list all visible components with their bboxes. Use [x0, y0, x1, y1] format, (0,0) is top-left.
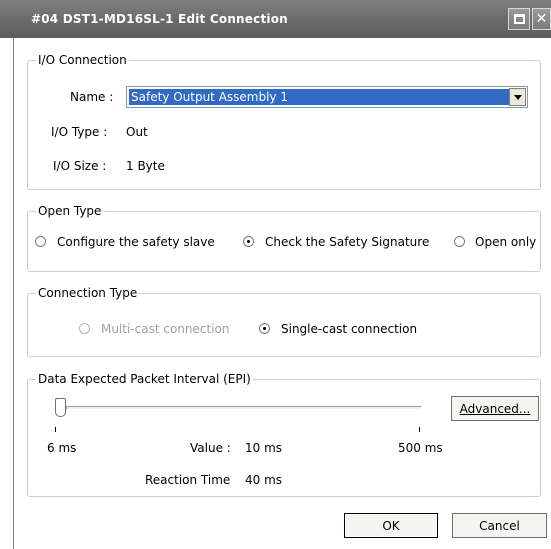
epi-value-text: 10 ms: [245, 441, 283, 455]
close-icon[interactable]: ✕: [532, 8, 551, 30]
epi-slider-track[interactable]: [66, 406, 422, 410]
ok-button[interactable]: OK: [344, 513, 438, 538]
slider-tick-min: [55, 427, 56, 432]
open-type-check-signature-label[interactable]: Check the Safety Signature: [265, 234, 429, 250]
edit-connection-dialog: #04 DST1-MD16SL-1 Edit Connection ✕ I/O …: [0, 0, 551, 549]
io-type-label: I/O Type :: [51, 125, 108, 139]
epi-legend: Data Expected Packet Interval (EPI): [36, 371, 253, 387]
window-title: #04 DST1-MD16SL-1 Edit Connection: [31, 12, 288, 26]
slider-tick-max: [419, 427, 420, 432]
multicast-label[interactable]: Multi-cast connection: [101, 321, 230, 337]
connection-name-select[interactable]: Safety Output Assembly 1: [126, 86, 528, 108]
chevron-down-icon[interactable]: [509, 88, 526, 106]
open-type-legend: Open Type: [36, 203, 104, 219]
connection-type-legend: Connection Type: [36, 285, 140, 301]
open-type-open-only-radio[interactable]: [454, 236, 465, 247]
epi-value-label: Value :: [190, 441, 231, 455]
multicast-radio[interactable]: [79, 323, 90, 334]
epi-slider-thumb[interactable]: [55, 398, 67, 417]
cancel-button-label: Cancel: [479, 518, 520, 533]
ok-button-label: OK: [382, 518, 400, 533]
maximize-icon[interactable]: [508, 8, 530, 30]
io-type-value: Out: [126, 125, 148, 139]
open-type-configure-label[interactable]: Configure the safety slave: [57, 234, 215, 250]
open-type-open-only-label[interactable]: Open only: [475, 234, 536, 250]
reaction-time-value: 40 ms: [245, 473, 283, 487]
singlecast-label[interactable]: Single-cast connection: [281, 321, 417, 337]
name-label: Name :: [70, 90, 114, 104]
open-type-check-signature-radio[interactable]: [243, 236, 254, 247]
reaction-time-label: Reaction Time: [145, 473, 231, 487]
advanced-button-label: Advanced...: [459, 401, 531, 416]
epi-min-label: 6 ms: [47, 441, 77, 455]
title-bar[interactable]: #04 DST1-MD16SL-1 Edit Connection ✕: [0, 0, 551, 39]
singlecast-radio[interactable]: [259, 323, 270, 334]
cancel-button[interactable]: Cancel: [452, 513, 547, 538]
io-size-label: I/O Size :: [53, 159, 107, 173]
epi-max-label: 500 ms: [398, 441, 443, 455]
window-left-edge: [0, 38, 14, 549]
io-size-value: 1 Byte: [126, 159, 165, 173]
connection-name-value: Safety Output Assembly 1: [129, 89, 509, 105]
open-type-configure-radio[interactable]: [35, 236, 46, 247]
io-connection-legend: I/O Connection: [36, 52, 129, 68]
advanced-button[interactable]: Advanced...: [451, 396, 539, 421]
